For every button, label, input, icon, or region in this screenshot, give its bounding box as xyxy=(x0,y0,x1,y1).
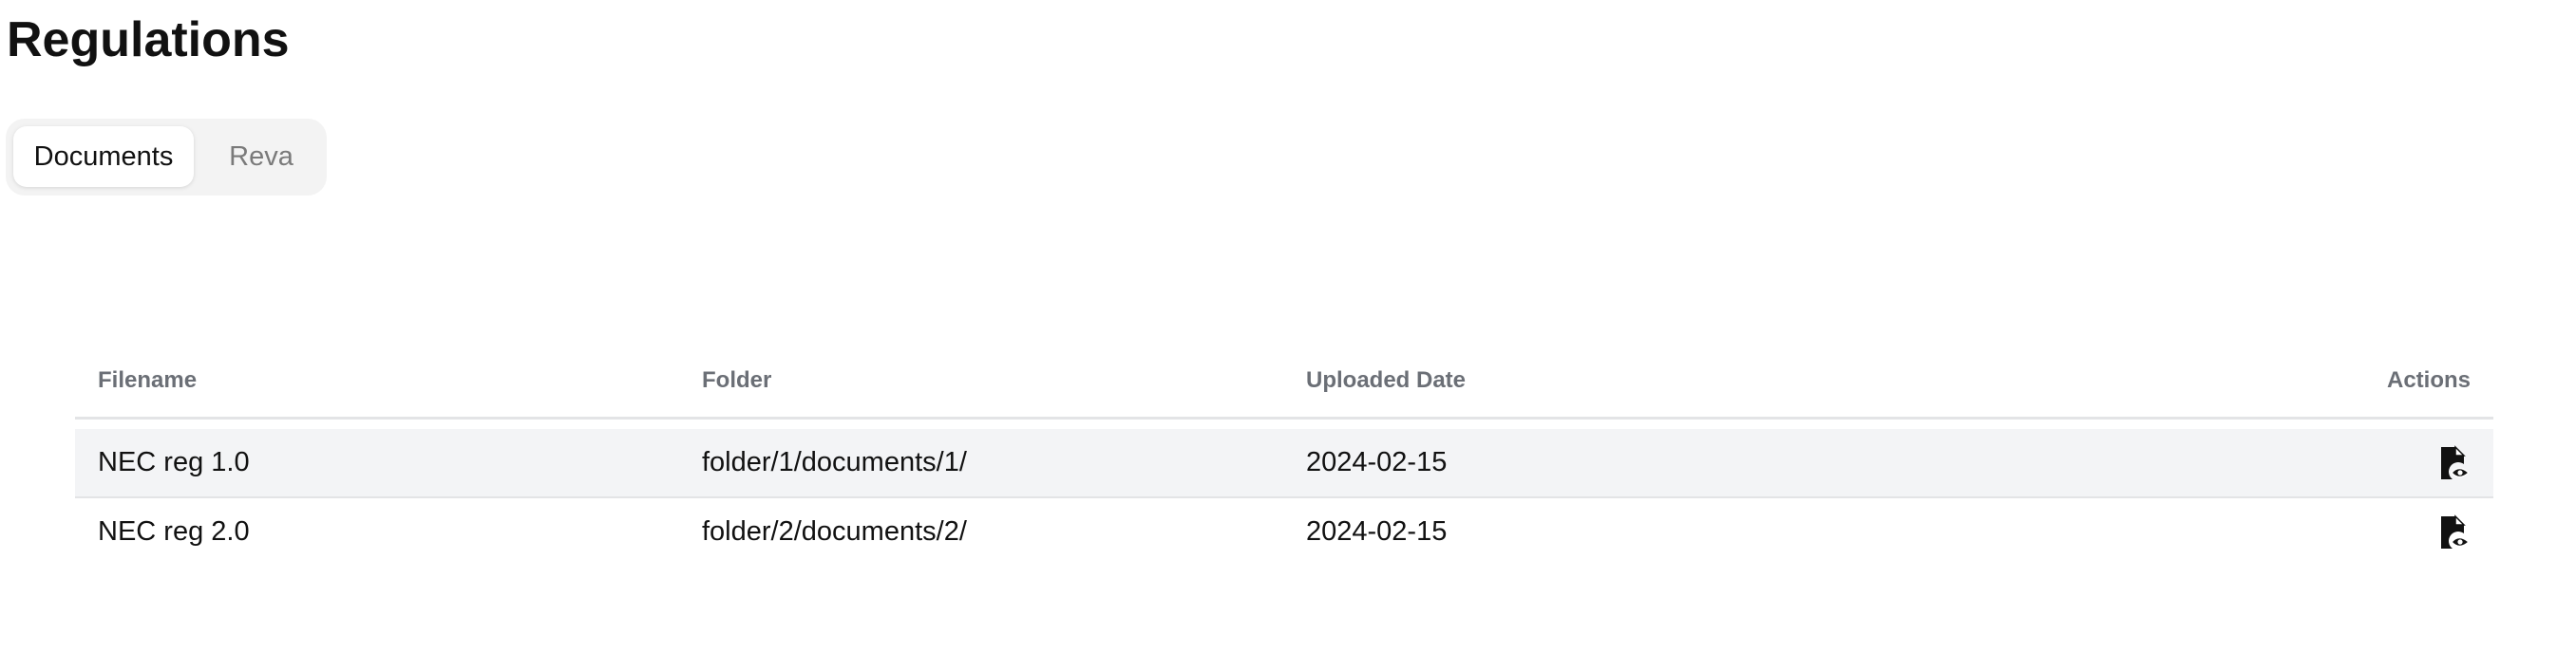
table-body: NEC reg 1.0 folder/1/documents/1/ 2024-0… xyxy=(75,429,2493,568)
cell-uploaded-date: 2024-02-15 xyxy=(1306,516,1448,547)
column-header-folder[interactable]: Folder xyxy=(702,344,771,417)
cell-actions xyxy=(2438,429,2471,496)
tab-bar: Documents Reva xyxy=(6,119,327,196)
table-header: Filename Folder Uploaded Date Actions xyxy=(75,344,2493,420)
page-title: Regulations xyxy=(7,12,290,67)
tab-documents[interactable]: Documents xyxy=(13,126,194,187)
view-document-icon[interactable] xyxy=(2438,444,2471,481)
column-header-actions: Actions xyxy=(2386,366,2471,393)
cell-filename: NEC reg 2.0 xyxy=(98,516,250,547)
column-header-uploaded-date[interactable]: Uploaded Date xyxy=(1306,344,1466,417)
column-header-filename[interactable]: Filename xyxy=(98,344,197,417)
cell-actions xyxy=(2438,498,2471,566)
cell-folder: folder/2/documents/2/ xyxy=(702,516,967,547)
cell-uploaded-date: 2024-02-15 xyxy=(1306,447,1448,477)
table-row[interactable]: NEC reg 1.0 folder/1/documents/1/ 2024-0… xyxy=(75,429,2493,498)
tab-reva[interactable]: Reva xyxy=(205,126,317,187)
documents-table: Filename Folder Uploaded Date Actions NE… xyxy=(75,344,2493,568)
cell-folder: folder/1/documents/1/ xyxy=(702,447,967,477)
view-document-icon[interactable] xyxy=(2438,513,2471,551)
cell-filename: NEC reg 1.0 xyxy=(98,447,250,477)
table-row[interactable]: NEC reg 2.0 folder/2/documents/2/ 2024-0… xyxy=(75,498,2493,568)
